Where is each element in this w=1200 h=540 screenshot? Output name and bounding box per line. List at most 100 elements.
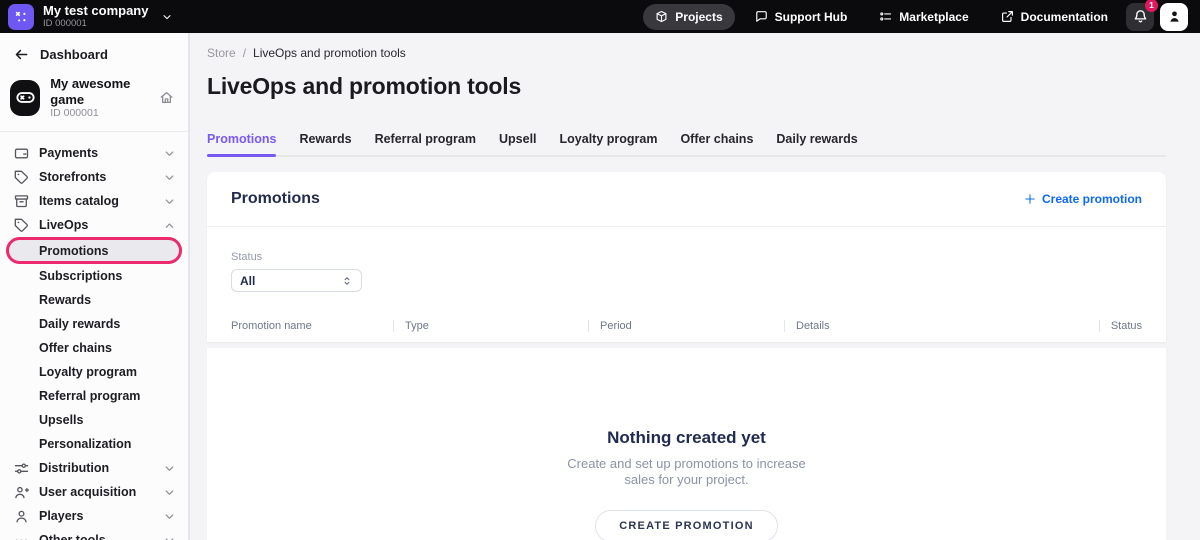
sidebar-item-daily-rewards[interactable]: Daily rewards bbox=[0, 312, 188, 336]
tab-label: Daily rewards bbox=[776, 132, 857, 146]
dashboard-label: Dashboard bbox=[40, 47, 108, 62]
sidebar-item-label: Loyalty program bbox=[39, 365, 137, 379]
tab-label: Upsell bbox=[499, 132, 537, 146]
sidebar-item-rewards[interactable]: Rewards bbox=[0, 288, 188, 312]
company-chevron-down-icon[interactable] bbox=[161, 11, 173, 23]
sidebar-divider bbox=[0, 131, 188, 132]
sidebar-item-personalization[interactable]: Personalization bbox=[0, 432, 188, 456]
sidebar-item-storefronts[interactable]: Storefronts bbox=[0, 165, 188, 189]
sidebar: Dashboard My awesome game ID 000001 Paym… bbox=[0, 33, 190, 540]
home-icon[interactable] bbox=[159, 90, 174, 105]
sidebar-item-label: Items catalog bbox=[39, 194, 119, 208]
topbar-nav-marketplace[interactable]: Marketplace bbox=[867, 4, 980, 30]
create-promotion-link[interactable]: Create promotion bbox=[1024, 192, 1142, 206]
main-content: Store / LiveOps and promotion tools Live… bbox=[190, 33, 1200, 540]
chat-icon bbox=[755, 10, 768, 23]
card-icon bbox=[14, 146, 29, 161]
company-name: My test company bbox=[43, 4, 148, 19]
back-to-dashboard[interactable]: Dashboard bbox=[0, 42, 188, 67]
sidebar-item-label: User acquisition bbox=[39, 485, 136, 499]
tag-icon bbox=[14, 218, 29, 233]
sidebar-item-label: Offer chains bbox=[39, 341, 112, 355]
notifications-button[interactable]: 1 bbox=[1126, 3, 1154, 31]
chevron-down-icon bbox=[163, 462, 176, 475]
tab-label: Loyalty program bbox=[560, 132, 658, 146]
sidebar-item-label: Rewards bbox=[39, 293, 91, 307]
tab-label: Promotions bbox=[207, 132, 276, 146]
xsolla-logo-icon bbox=[13, 9, 29, 25]
sidebar-menu: Payments Storefronts Items catalog LiveO… bbox=[0, 141, 188, 540]
dots-icon bbox=[14, 533, 29, 540]
company-id: ID 000001 bbox=[43, 19, 148, 30]
top-bar: My test company ID 000001 Projects Suppo… bbox=[0, 0, 1200, 33]
topbar-nav-documentation[interactable]: Documentation bbox=[989, 4, 1120, 30]
archive-icon bbox=[14, 194, 29, 209]
topbar-nav-label: Projects bbox=[675, 10, 722, 24]
sidebar-item-label: Upsells bbox=[39, 413, 83, 427]
tab-upsell[interactable]: Upsell bbox=[499, 132, 537, 155]
chevron-down-icon bbox=[163, 171, 176, 184]
topbar-nav-projects[interactable]: Projects bbox=[643, 4, 734, 30]
user-icon bbox=[14, 509, 29, 524]
table-body-empty-state: Nothing created yet Create and set up pr… bbox=[207, 348, 1166, 540]
tab-daily-rewards[interactable]: Daily rewards bbox=[776, 132, 857, 155]
sidebar-item-other-tools[interactable]: Other tools bbox=[0, 528, 188, 540]
topbar-nav-label: Marketplace bbox=[899, 10, 968, 24]
sidebar-item-label: Personalization bbox=[39, 437, 131, 451]
project-name: My awesome game bbox=[50, 76, 149, 107]
topbar-nav-support-hub[interactable]: Support Hub bbox=[743, 4, 860, 30]
tab-loyalty-program[interactable]: Loyalty program bbox=[560, 132, 658, 155]
sidebar-item-upsells[interactable]: Upsells bbox=[0, 408, 188, 432]
project-avatar bbox=[10, 80, 40, 116]
sidebar-item-promotions[interactable]: Promotions bbox=[6, 237, 182, 264]
box-icon bbox=[655, 10, 668, 23]
chevron-down-icon bbox=[163, 195, 176, 208]
company-switcher[interactable]: My test company ID 000001 bbox=[43, 4, 148, 30]
tab-label: Referral program bbox=[375, 132, 476, 146]
gamepad-icon bbox=[15, 87, 36, 108]
project-id: ID 000001 bbox=[50, 107, 149, 119]
sidebar-item-payments[interactable]: Payments bbox=[0, 141, 188, 165]
sidebar-item-loyalty-program[interactable]: Loyalty program bbox=[0, 360, 188, 384]
tab-rewards[interactable]: Rewards bbox=[299, 132, 351, 155]
empty-state-description: Create and set up promotions to increase… bbox=[567, 456, 805, 488]
sidebar-item-distribution[interactable]: Distribution bbox=[0, 456, 188, 480]
status-filter-select[interactable]: All bbox=[231, 269, 362, 292]
table-column-header: Type bbox=[393, 320, 588, 332]
topbar-nav: Projects Support Hub Marketplace Documen… bbox=[643, 4, 1120, 30]
sidebar-item-items-catalog[interactable]: Items catalog bbox=[0, 189, 188, 213]
sidebar-item-liveops[interactable]: LiveOps bbox=[0, 213, 188, 237]
tab-bar: Promotions Rewards Referral program Upse… bbox=[207, 132, 1166, 157]
tab-offer-chains[interactable]: Offer chains bbox=[680, 132, 753, 155]
company-logo[interactable] bbox=[8, 4, 34, 30]
table-column-header: Period bbox=[588, 320, 784, 332]
sidebar-item-subscriptions[interactable]: Subscriptions bbox=[0, 264, 188, 288]
create-promotion-button[interactable]: CREATE PROMOTION bbox=[595, 510, 778, 540]
chevron-down-icon bbox=[163, 486, 176, 499]
tag-icon bbox=[14, 170, 29, 185]
table-column-header: Details bbox=[784, 320, 1099, 332]
chevron-up-icon bbox=[163, 219, 176, 232]
sidebar-item-players[interactable]: Players bbox=[0, 504, 188, 528]
tab-referral-program[interactable]: Referral program bbox=[375, 132, 476, 155]
bell-icon bbox=[1133, 9, 1148, 24]
storefront-icon bbox=[879, 10, 892, 23]
breadcrumb: Store / LiveOps and promotion tools bbox=[207, 46, 1166, 60]
sidebar-item-label: Storefronts bbox=[39, 170, 106, 184]
breadcrumb-store-link[interactable]: Store bbox=[207, 46, 236, 60]
select-stepper-icon bbox=[341, 275, 353, 287]
sidebar-item-label: Subscriptions bbox=[39, 269, 122, 283]
sidebar-item-referral-program[interactable]: Referral program bbox=[0, 384, 188, 408]
sidebar-item-offer-chains[interactable]: Offer chains bbox=[0, 336, 188, 360]
topbar-nav-label: Documentation bbox=[1021, 10, 1108, 24]
create-promotion-label: Create promotion bbox=[1042, 192, 1142, 206]
sidebar-item-label: LiveOps bbox=[39, 218, 88, 232]
empty-state-title: Nothing created yet bbox=[607, 428, 766, 448]
project-switcher[interactable]: My awesome game ID 000001 bbox=[0, 67, 188, 128]
account-button[interactable] bbox=[1160, 3, 1188, 31]
sidebar-item-label: Daily rewards bbox=[39, 317, 120, 331]
sidebar-item-user-acquisition[interactable]: User acquisition bbox=[0, 480, 188, 504]
tab-promotions[interactable]: Promotions bbox=[207, 132, 276, 155]
plus-icon bbox=[1024, 193, 1036, 205]
chevron-down-icon bbox=[163, 147, 176, 160]
